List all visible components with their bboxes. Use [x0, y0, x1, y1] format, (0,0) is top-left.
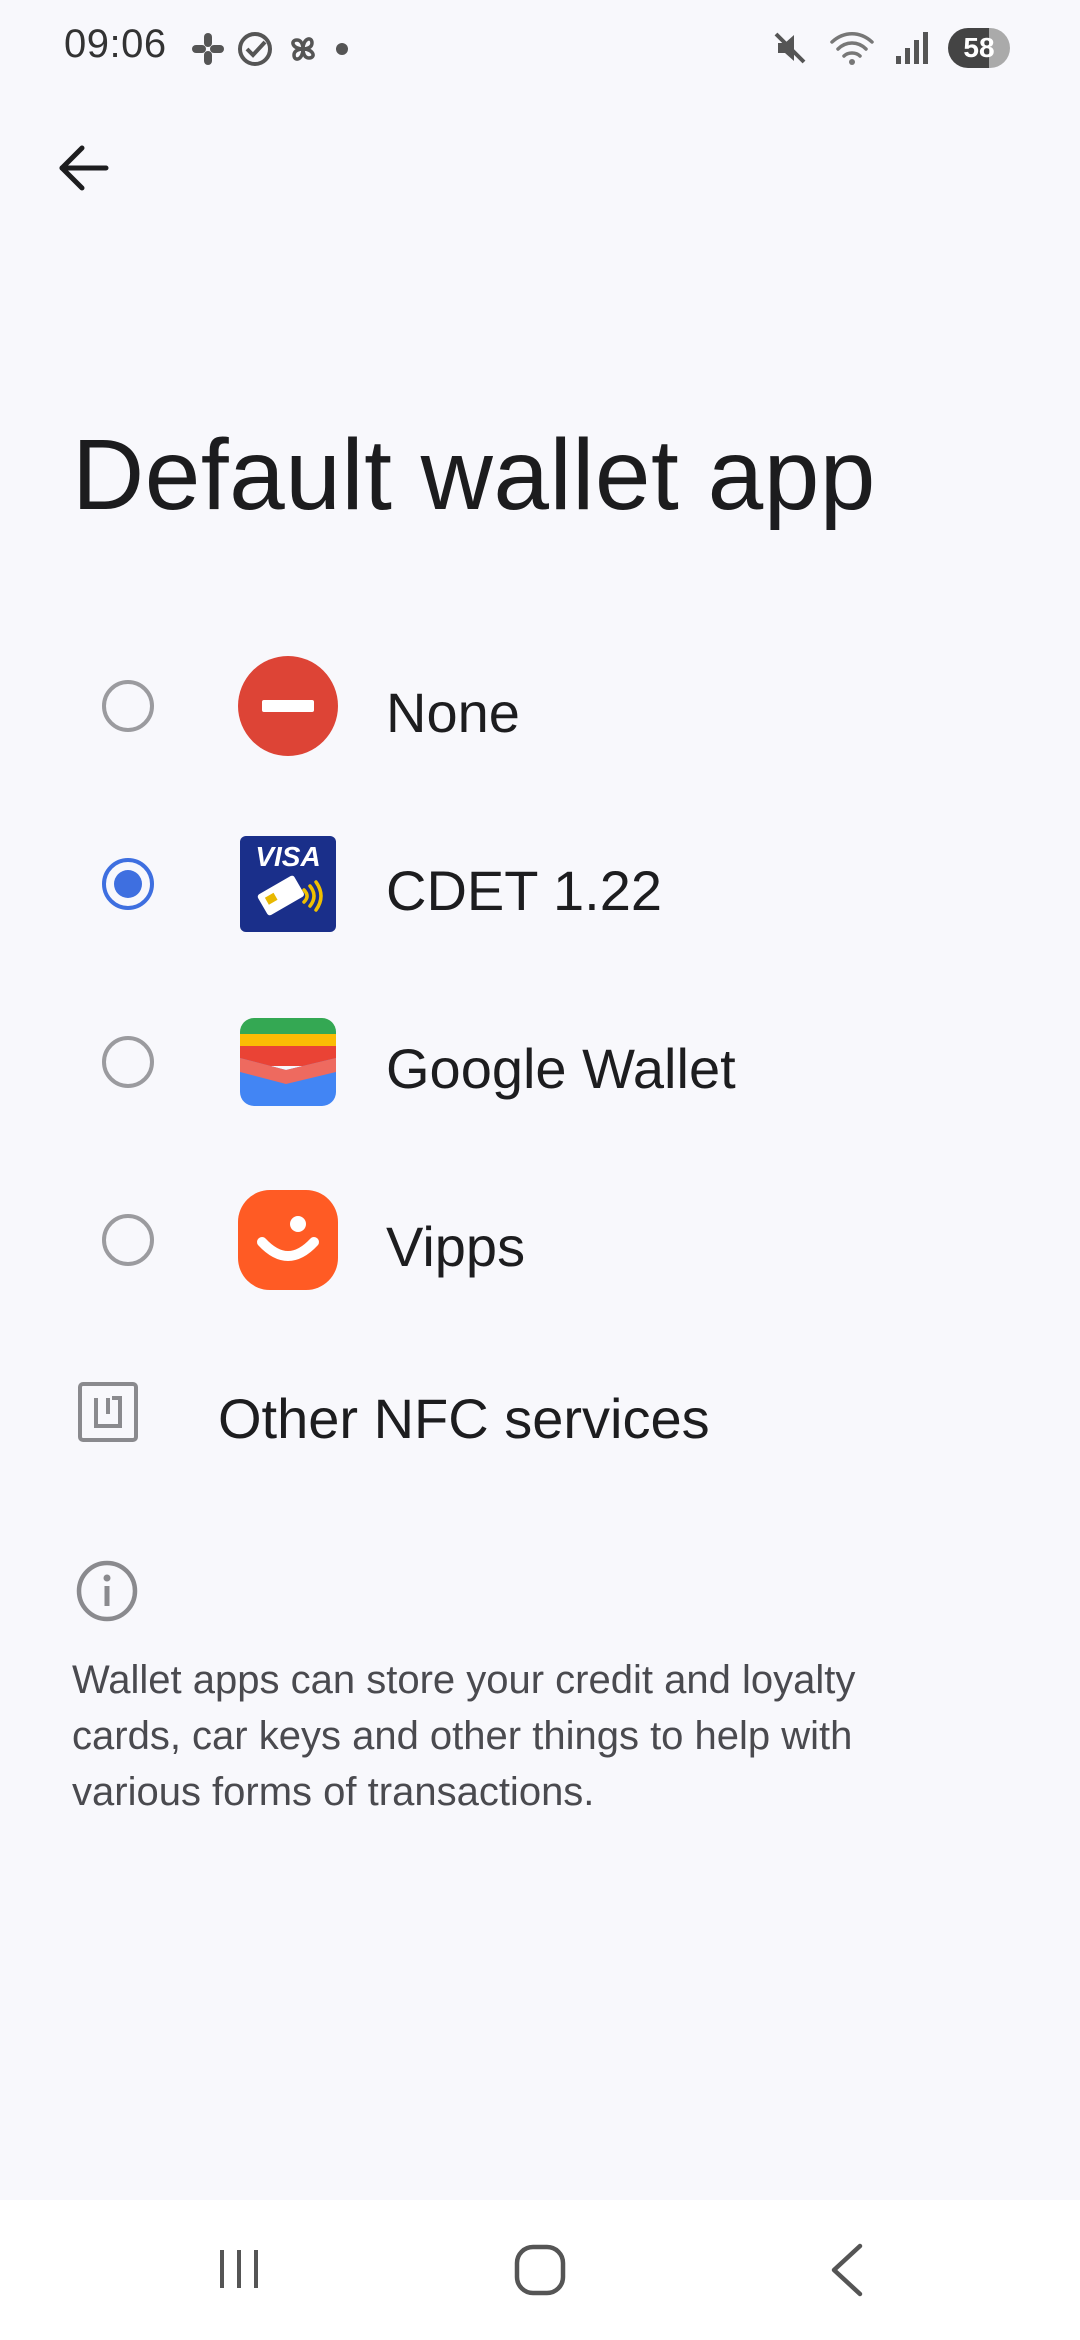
- pinwheel-icon: [291, 37, 315, 61]
- back-button[interactable]: [44, 128, 124, 208]
- nfc-icon: [78, 1382, 138, 1442]
- check-circle-icon: [238, 32, 272, 66]
- radio-none[interactable]: [102, 680, 154, 732]
- option-label-cdet: CDET 1.22: [386, 859, 662, 922]
- option-google-wallet[interactable]: Google Wallet: [60, 990, 1020, 1140]
- other-nfc-services[interactable]: Other NFC services: [60, 1340, 1020, 1490]
- status-icons-left: [190, 30, 352, 68]
- dot-icon: [336, 43, 348, 55]
- home-icon[interactable]: [512, 2242, 568, 2298]
- signal-icon: [896, 32, 928, 64]
- page-title: Default wallet app: [72, 419, 876, 531]
- status-icons-right: 58: [770, 28, 1010, 68]
- visa-cdet-icon: VISA: [240, 836, 336, 932]
- info-text: Wallet apps can store your credit and lo…: [72, 1658, 856, 1814]
- radio-vipps[interactable]: [102, 1214, 154, 1266]
- navigation-bar: [0, 2200, 1080, 2340]
- radio-cdet[interactable]: [102, 858, 154, 910]
- slack-icon: [192, 33, 224, 65]
- option-label-google-wallet: Google Wallet: [386, 1037, 736, 1100]
- option-vipps[interactable]: Vipps: [60, 1168, 1020, 1318]
- mute-icon: [774, 32, 806, 64]
- wifi-icon: [830, 32, 874, 65]
- status-time: 09:06: [64, 22, 167, 66]
- info-icon: [76, 1560, 138, 1622]
- recents-icon[interactable]: [214, 2244, 264, 2294]
- vipps-icon: [238, 1190, 338, 1290]
- option-cdet[interactable]: VISA CDET 1.22: [60, 812, 1020, 962]
- other-nfc-label: Other NFC services: [218, 1387, 710, 1450]
- option-label-vipps: Vipps: [386, 1215, 526, 1278]
- google-wallet-icon: [240, 1018, 336, 1106]
- option-none[interactable]: None: [60, 634, 1020, 784]
- arrow-back-icon: [59, 145, 109, 191]
- radio-google-wallet[interactable]: [102, 1036, 154, 1088]
- visa-text: VISA: [255, 841, 320, 872]
- option-label-none: None: [386, 681, 520, 744]
- none-icon: [238, 656, 338, 756]
- nav-back-icon[interactable]: [826, 2242, 866, 2298]
- battery-icon: 58: [948, 28, 1010, 68]
